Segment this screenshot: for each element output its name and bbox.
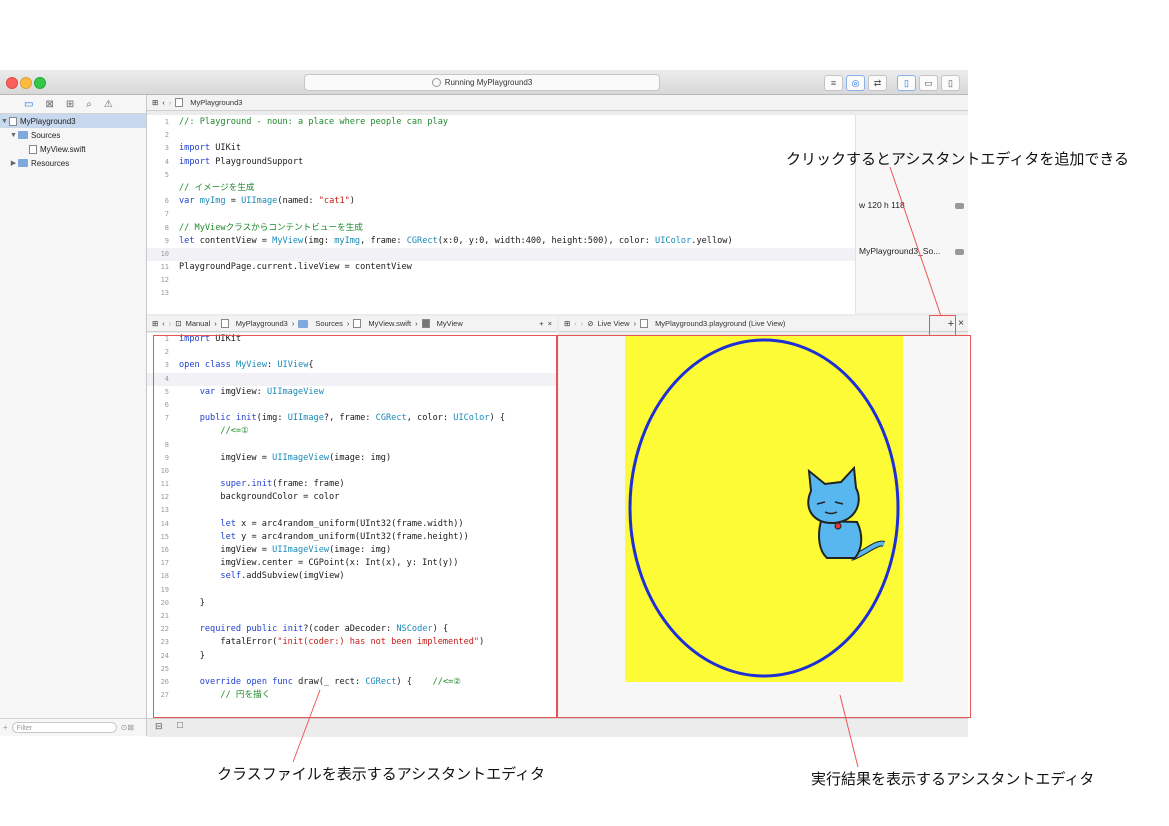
- callout-live-editor: 実行結果を表示するアシスタントエディタ: [811, 771, 1095, 788]
- leader-line-live: [839, 694, 859, 768]
- callout-class-editor: クラスファイルを表示するアシスタントエディタ: [217, 766, 546, 783]
- callout-add-editor: クリックするとアシスタントエディタを追加できる: [786, 151, 1130, 168]
- leader-line-class: [292, 689, 321, 763]
- leader-line-add: [889, 166, 942, 317]
- leader-lines: [292, 166, 942, 768]
